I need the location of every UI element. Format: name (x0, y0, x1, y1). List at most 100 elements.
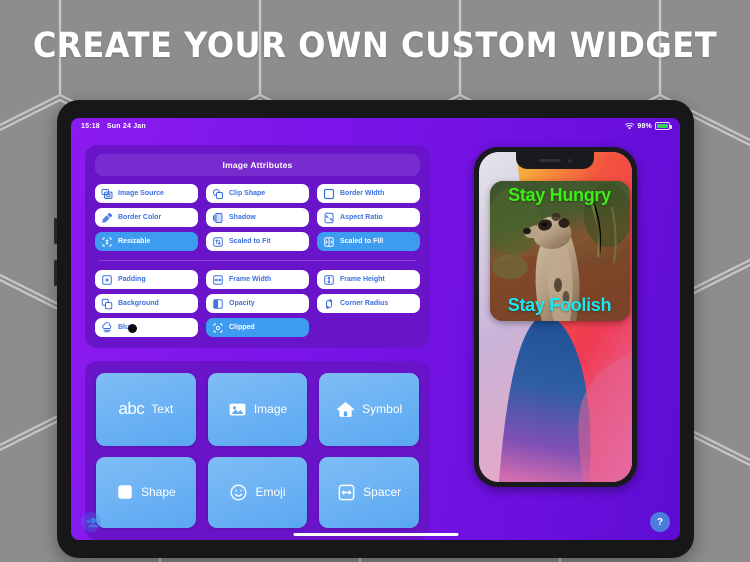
attr-blur[interactable]: Blur (95, 318, 198, 337)
ipad-volume-button[interactable] (54, 218, 57, 244)
image-attributes-panel: Image Attributes Image Source Clip Shape (85, 145, 430, 348)
attr-frame-height[interactable]: Frame Height (317, 270, 420, 289)
attr-scaled-to-fill[interactable]: Scaled to Fill (317, 232, 420, 251)
attr-label: Background (118, 300, 159, 307)
ipad-front-camera (128, 324, 137, 333)
iphone-screen: Stay Hungry Stay Foolish (478, 152, 632, 482)
photo-camera-icon (101, 188, 113, 200)
battery-percent-label: 98% (637, 122, 652, 130)
attr-label: Scaled to Fit (229, 238, 271, 245)
speaker-icon (538, 159, 561, 162)
attr-aspect-ratio[interactable]: Aspect Ratio (317, 208, 420, 227)
layers-stack-icon (212, 212, 224, 224)
preview-column: Stay Hungry Stay Foolish (444, 145, 666, 540)
crop-frame-icon (212, 322, 224, 334)
attr-background[interactable]: Background (95, 294, 198, 313)
shapes-overlap-icon (212, 188, 224, 200)
add-person-icon (85, 517, 98, 527)
attr-resizable[interactable]: Resizable (95, 232, 198, 251)
attr-label: Image Source (118, 190, 164, 197)
add-person-button[interactable] (81, 512, 101, 532)
smiley-face-icon (229, 483, 248, 502)
attr-label: Opacity (229, 300, 255, 307)
attr-padding[interactable]: Padding (95, 270, 198, 289)
attr-label: Scaled to Fill (340, 238, 384, 245)
scale-fill-icon (323, 236, 335, 248)
rotate-arrows-icon (323, 298, 335, 310)
attr-label: Aspect Ratio (340, 214, 383, 221)
attr-corner-radius[interactable]: Corner Radius (317, 294, 420, 313)
battery-icon (655, 122, 672, 130)
tile-symbol[interactable]: Symbol (319, 373, 419, 446)
attr-label: Shadow (229, 214, 256, 221)
attr-label: Frame Height (340, 276, 385, 283)
arrows-horizontal-icon (212, 274, 224, 286)
element-tiles-grid: abc Text Image Symbol Shape Emoji Spacer (96, 373, 419, 528)
app-content: Image Attributes Image Source Clip Shape (71, 134, 680, 540)
panel-divider (99, 260, 416, 261)
tile-label: Shape (140, 485, 176, 500)
aspect-ratio-icon (323, 212, 335, 224)
iphone-notch (516, 152, 594, 169)
attr-label: Clipped (229, 324, 255, 331)
widget-top-text: Stay Hungry (508, 185, 611, 205)
home-indicator[interactable] (293, 532, 458, 536)
iphone-preview-frame: Stay Hungry Stay Foolish (473, 147, 637, 487)
ipad-power-button[interactable] (54, 260, 57, 286)
arrows-updown-icon (212, 236, 224, 248)
attr-clipped[interactable]: Clipped (206, 318, 309, 337)
tile-text[interactable]: abc Text (96, 373, 196, 446)
attr-label: Clip Shape (229, 190, 266, 197)
widget-bottom-text: Stay Foolish (507, 295, 612, 315)
wifi-icon (625, 122, 635, 129)
attr-border-width[interactable]: Border Width (317, 184, 420, 203)
tile-image[interactable]: Image (207, 373, 308, 446)
attr-scaled-to-fit[interactable]: Scaled to Fit (206, 232, 309, 251)
attributes-group-one: Image Source Clip Shape Border Width Bor… (95, 184, 420, 251)
attributes-group-two: Padding Frame Width Frame Height Backgro… (95, 270, 420, 337)
arrows-vertical-icon (323, 274, 335, 286)
attr-border-color[interactable]: Border Color (95, 208, 198, 227)
tile-emoji[interactable]: Emoji (207, 456, 308, 528)
help-icon: ? (656, 516, 664, 528)
front-camera-icon (567, 158, 572, 163)
attr-clip-shape[interactable]: Clip Shape (206, 184, 309, 203)
status-date: Sun 24 Jan (106, 122, 146, 130)
picture-icon (228, 400, 247, 419)
attr-label: Padding (118, 276, 146, 283)
arrows-horizontal-box-icon (337, 483, 356, 502)
attr-label: Frame Width (229, 276, 272, 283)
tile-label: Text (151, 402, 174, 417)
preview-widget[interactable]: Stay Hungry Stay Foolish (489, 181, 630, 321)
rounded-square-icon (116, 483, 134, 501)
attr-label: Resizable (118, 238, 151, 245)
cloud-blur-icon (101, 321, 113, 334)
tile-label: Spacer (363, 485, 402, 500)
attr-frame-width[interactable]: Frame Width (206, 270, 309, 289)
attr-shadow[interactable]: Shadow (206, 208, 309, 227)
tile-spacer[interactable]: Spacer (319, 456, 419, 528)
house-icon (336, 400, 355, 419)
ipad-screen: 15:18 Sun 24 Jan 98% Image Attributes Im… (71, 118, 680, 540)
plus-box-icon (101, 274, 113, 286)
page-title: CREATE YOUR OWN CUSTOM WIDGET (32, 26, 718, 66)
status-time: 15:18 (81, 122, 100, 130)
tile-label: Emoji (255, 485, 286, 500)
paintbrush-icon (101, 212, 113, 224)
attr-image-source[interactable]: Image Source (95, 184, 198, 203)
editor-column: Image Attributes Image Source Clip Shape (85, 145, 430, 540)
squares-stack-icon (101, 298, 113, 310)
attr-label: Border Width (340, 190, 385, 197)
tile-label: Symbol (362, 402, 403, 417)
element-picker-panel: abc Text Image Symbol Shape Emoji Spacer (85, 361, 430, 540)
panel-title: Image Attributes (95, 154, 420, 176)
help-button[interactable]: ? (650, 512, 670, 532)
attr-label: Corner Radius (340, 300, 389, 307)
status-bar: 15:18 Sun 24 Jan 98% (71, 118, 680, 134)
half-filled-square-icon (212, 298, 224, 310)
tile-shape[interactable]: Shape (96, 456, 196, 528)
attr-opacity[interactable]: Opacity (206, 294, 309, 313)
square-outline-icon (323, 188, 335, 200)
ipad-device-frame: 15:18 Sun 24 Jan 98% Image Attributes Im… (54, 100, 694, 558)
abc-text-icon: abc (118, 399, 145, 419)
